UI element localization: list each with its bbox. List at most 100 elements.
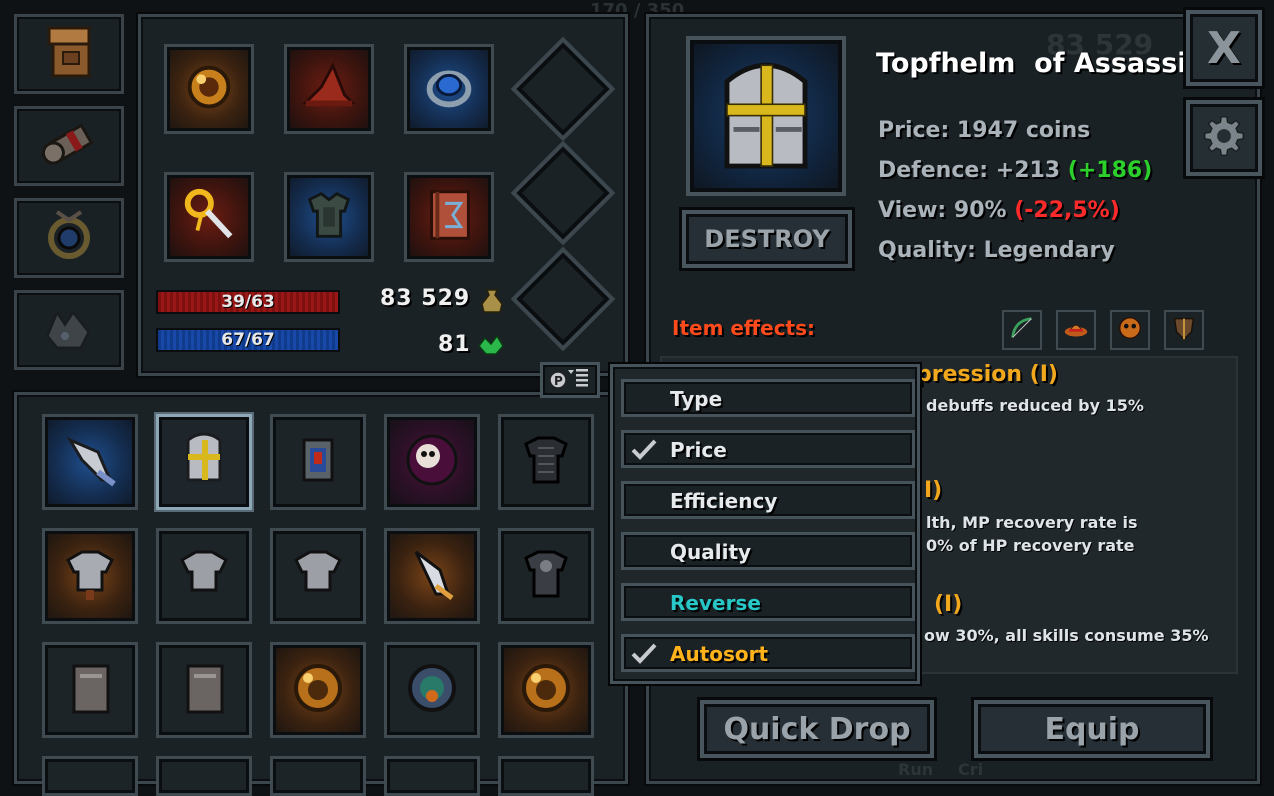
inventory-slot[interactable] xyxy=(384,642,480,738)
equip-button[interactable]: Equip xyxy=(974,700,1210,758)
effect-title: pression (I) xyxy=(916,362,1058,387)
inventory-slot[interactable] xyxy=(270,642,366,738)
gold-bag-icon xyxy=(478,284,506,318)
inventory-slot[interactable] xyxy=(270,528,366,624)
gear-icon xyxy=(1202,114,1246,162)
tab-inventory[interactable] xyxy=(14,14,124,94)
hp-bar-text: 39/63 xyxy=(221,292,275,312)
amber-ring-icon xyxy=(178,56,240,122)
close-icon: X xyxy=(1207,22,1241,74)
mp-bar-text: 67/67 xyxy=(221,330,275,350)
gold-amount: 83 529 xyxy=(380,286,471,311)
mp-bar: 67/67 xyxy=(156,328,340,352)
inventory-slot[interactable] xyxy=(42,642,138,738)
effect-text: ow 30%, all skills consume 35% xyxy=(924,626,1209,645)
equip-slot-head[interactable] xyxy=(284,44,374,134)
svg-text:P: P xyxy=(554,374,563,388)
sort-option-type[interactable]: Type xyxy=(621,379,915,417)
inventory-slot[interactable] xyxy=(384,414,480,510)
skull-orb-icon xyxy=(400,428,464,496)
dark-armor-icon xyxy=(514,542,578,610)
knight-armor-icon xyxy=(286,428,350,496)
hat-icon xyxy=(1061,313,1091,347)
inventory-slot[interactable] xyxy=(384,756,480,796)
equip-slot-offhand[interactable] xyxy=(404,172,494,262)
inventory-slot[interactable] xyxy=(498,642,594,738)
item-defence: Defence: +213 (+186) xyxy=(878,158,1152,183)
inventory-slot[interactable] xyxy=(156,642,252,738)
armor-icon xyxy=(298,184,360,250)
equip-slot-armor[interactable] xyxy=(284,172,374,262)
quick-drop-button[interactable]: Quick Drop xyxy=(700,700,934,758)
sort-option-label: Reverse xyxy=(670,591,761,615)
claw-blade-icon xyxy=(58,428,122,496)
view-value: View: 90% xyxy=(878,198,1015,223)
item-price: Price: 1947 coins xyxy=(878,118,1091,143)
tab-quests[interactable] xyxy=(14,106,124,186)
item-quality: Quality: Legendary xyxy=(878,238,1115,263)
inventory-slot[interactable] xyxy=(42,528,138,624)
equip-slot-ring-left[interactable] xyxy=(164,44,254,134)
shield-icon xyxy=(1169,313,1199,347)
inventory-slot-selected[interactable] xyxy=(156,414,252,510)
wizard-hat-icon xyxy=(298,56,360,122)
inventory-slot[interactable] xyxy=(384,528,480,624)
tab-pet[interactable] xyxy=(14,290,124,370)
effect-shield-slot[interactable] xyxy=(1164,310,1204,350)
sort-option-reverse[interactable]: Reverse xyxy=(621,583,915,621)
sort-option-label: Efficiency xyxy=(670,489,778,513)
sort-menu-button[interactable]: P xyxy=(540,362,600,398)
checkmark-icon xyxy=(631,439,657,460)
inventory-slot[interactable] xyxy=(498,756,594,796)
chainmail-icon xyxy=(514,428,578,496)
sort-option-autosort[interactable]: Autosort xyxy=(621,634,915,672)
tab-skills[interactable] xyxy=(14,198,124,278)
view-diff: (-22,5%) xyxy=(1014,198,1120,223)
inventory-slot[interactable] xyxy=(270,414,366,510)
close-button[interactable]: X xyxy=(1186,10,1262,86)
sort-option-quality[interactable]: Quality xyxy=(621,532,915,570)
effect-bow-slot[interactable] xyxy=(1002,310,1042,350)
sort-option-label: Quality xyxy=(670,540,752,564)
amulet-icon xyxy=(37,204,101,272)
equip-slot-ring-right[interactable] xyxy=(404,44,494,134)
inventory-slot[interactable] xyxy=(270,756,366,796)
sort-option-price[interactable]: Price xyxy=(621,430,915,468)
skull-mask-icon xyxy=(1115,313,1145,347)
effect-text: debuffs reduced by 15% xyxy=(926,396,1144,415)
item-view: View: 90% (-22,5%) xyxy=(878,198,1120,223)
effect-hat-slot[interactable] xyxy=(1056,310,1096,350)
sort-option-label: Type xyxy=(670,387,723,411)
topfhelm-icon xyxy=(172,428,236,496)
faded-bottom-right: Cri xyxy=(958,760,984,779)
sort-option-label: Autosort xyxy=(670,642,769,666)
spear-head-icon xyxy=(400,542,464,610)
effect-mask-slot[interactable] xyxy=(1110,310,1150,350)
effect-title: I) xyxy=(924,478,943,503)
faded-bottom-left: Run xyxy=(898,760,934,779)
sort-dropdown: Type Price Efficiency Quality Reverse Au… xyxy=(610,364,920,684)
hp-bar: 39/63 xyxy=(156,290,340,314)
inventory-slot[interactable] xyxy=(498,528,594,624)
plate-armor-icon xyxy=(286,542,350,610)
item-title: Topfhelm of Assassin xyxy=(876,48,1206,79)
sort-icon: P xyxy=(548,364,592,396)
amber-ring-icon xyxy=(286,656,350,724)
inventory-slot[interactable] xyxy=(156,528,252,624)
sort-option-efficiency[interactable]: Efficiency xyxy=(621,481,915,519)
tome-icon xyxy=(172,656,236,724)
inventory-slot[interactable] xyxy=(42,756,138,796)
inventory-slot[interactable] xyxy=(156,756,252,796)
inventory-slot[interactable] xyxy=(498,414,594,510)
checkmark-icon xyxy=(631,643,657,664)
backpack-icon xyxy=(37,20,101,88)
defence-value: Defence: +213 xyxy=(878,158,1068,183)
amber-ring-icon xyxy=(514,656,578,724)
gem-amount: 81 xyxy=(438,332,471,357)
destroy-button[interactable]: DESTROY xyxy=(682,210,852,268)
settings-button[interactable] xyxy=(1186,100,1262,176)
equip-slot-weapon[interactable] xyxy=(164,172,254,262)
item-effects-label: Item effects: xyxy=(672,316,816,340)
inventory-slot[interactable] xyxy=(42,414,138,510)
sapphire-ring-icon xyxy=(418,56,480,122)
